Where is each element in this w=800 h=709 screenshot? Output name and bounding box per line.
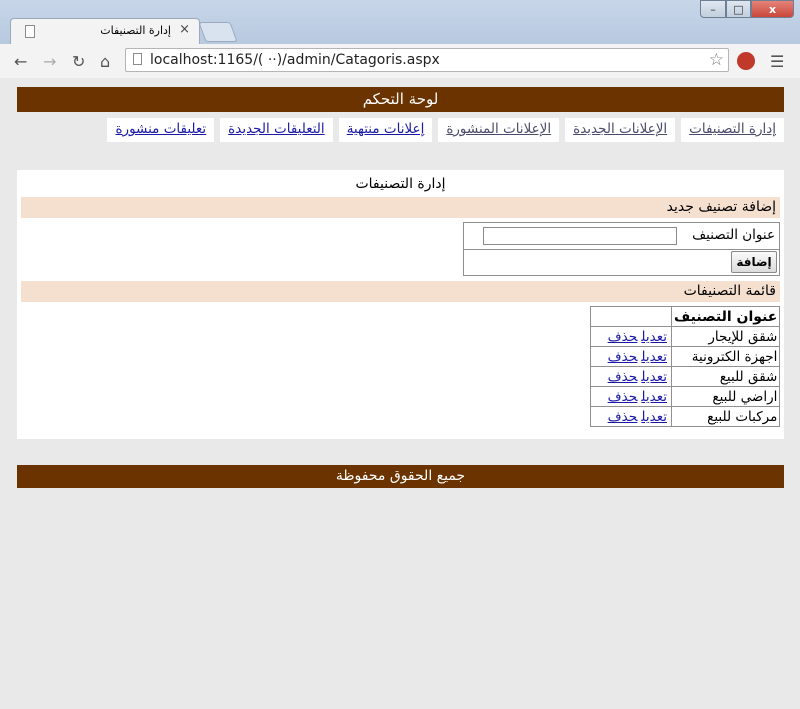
page-viewport: لوحة التحكم إدارة التصنيفات الإعلانات ال… — [0, 78, 800, 709]
table-row: مركبات للبيع تعديلحذف — [590, 406, 781, 427]
delete-link[interactable]: حذف — [608, 389, 638, 405]
page-icon — [133, 53, 142, 65]
actions-cell: تعديلحذف — [590, 326, 672, 347]
nav-link-expired-ads[interactable]: إعلانات منتهية — [338, 118, 433, 142]
category-list-heading: قائمة التصنيفات — [21, 281, 780, 302]
bookmark-star-icon[interactable]: ☆ — [709, 50, 724, 70]
nav-link-published-comments[interactable]: تعليقات منشورة — [107, 118, 215, 142]
actions-cell: تعديلحذف — [590, 366, 672, 387]
forward-arrow-icon[interactable]: → — [43, 52, 56, 71]
delete-link[interactable]: حذف — [608, 329, 638, 345]
tab-title: إدارة التصنيفات — [100, 24, 171, 37]
nav-link-published-ads[interactable]: الإعلانات المنشورة — [438, 118, 560, 142]
delete-link[interactable]: حذف — [608, 409, 638, 425]
add-category-heading: إضافة تصنيف جديد — [21, 197, 780, 218]
edit-link[interactable]: تعديل — [641, 349, 667, 365]
window-controls: – □ x — [700, 0, 794, 20]
address-bar[interactable]: localhost:1165/( ··)/admin/Catagoris.asp… — [125, 48, 729, 72]
page-footer: جميع الحقوق محفوظة — [17, 465, 784, 488]
browser-tab[interactable]: إدارة التصنيفات × — [10, 18, 200, 45]
category-name: شقق للبيع — [670, 366, 781, 387]
close-window-button[interactable]: x — [751, 0, 794, 18]
category-title-input[interactable] — [483, 227, 677, 245]
table-header-row: عنوان التصنيف — [590, 306, 781, 327]
maximize-button[interactable]: □ — [726, 0, 751, 18]
category-name: اراضي للبيع — [670, 386, 781, 407]
edit-link[interactable]: تعديل — [641, 389, 667, 405]
table-row: شقق للبيع تعديلحذف — [590, 366, 781, 387]
category-name: مركبات للبيع — [670, 406, 781, 427]
section-title: إدارة التصنيفات — [355, 176, 446, 192]
edit-link[interactable]: تعديل — [641, 409, 667, 425]
category-title-label: عنوان التصنيف — [692, 227, 775, 243]
delete-link[interactable]: حذف — [608, 349, 638, 365]
tab-close-icon[interactable]: × — [179, 22, 190, 37]
table-row: شقق للإيجار تعديلحذف — [590, 326, 781, 347]
extension-icon[interactable] — [737, 52, 755, 70]
browser-title-bar: إدارة التصنيفات × – □ x — [0, 0, 800, 45]
table-row: اجهزة الكترونية تعديلحذف — [590, 346, 781, 367]
edit-link[interactable]: تعديل — [641, 369, 667, 385]
menu-icon[interactable]: ☰ — [770, 52, 784, 71]
delete-link[interactable]: حذف — [608, 369, 638, 385]
add-button[interactable]: إضافة — [731, 251, 777, 273]
content-panel: إدارة التصنيفات إضافة تصنيف جديد عنوان ا… — [17, 170, 784, 439]
category-name: شقق للإيجار — [670, 326, 781, 347]
actions-cell: تعديلحذف — [590, 406, 672, 427]
browser-toolbar: ← → ↻ ⌂ localhost:1165/( ··)/admin/Catag… — [0, 44, 800, 79]
nav-link-new-comments[interactable]: التعليقات الجديدة — [220, 118, 333, 142]
categories-table: عنوان التصنيف شقق للإيجار تعديلحذف اجهزة… — [590, 306, 781, 427]
column-header-category-title: عنوان التصنيف — [670, 306, 781, 327]
reload-icon[interactable]: ↻ — [72, 52, 85, 71]
add-category-form: عنوان التصنيف إضافة — [463, 222, 780, 276]
edit-link[interactable]: تعديل — [641, 329, 667, 345]
table-row: اراضي للبيع تعديلحذف — [590, 386, 781, 407]
minimize-button[interactable]: – — [700, 0, 726, 18]
new-tab-button[interactable] — [198, 22, 238, 42]
page-favicon-icon — [25, 25, 35, 38]
column-header-actions — [590, 306, 672, 327]
nav-link-new-ads[interactable]: الإعلانات الجديدة — [565, 118, 676, 142]
nav-link-manage-categories[interactable]: إدارة التصنيفات — [681, 118, 784, 142]
home-icon[interactable]: ⌂ — [100, 52, 110, 71]
actions-cell: تعديلحذف — [590, 346, 672, 367]
admin-nav: إدارة التصنيفات الإعلانات الجديدة الإعلا… — [17, 118, 784, 142]
page-header: لوحة التحكم — [17, 87, 784, 112]
category-name: اجهزة الكترونية — [670, 346, 781, 367]
back-arrow-icon[interactable]: ← — [14, 52, 27, 71]
url-text: localhost:1165/( ··)/admin/Catagoris.asp… — [150, 52, 440, 68]
actions-cell: تعديلحذف — [590, 386, 672, 407]
